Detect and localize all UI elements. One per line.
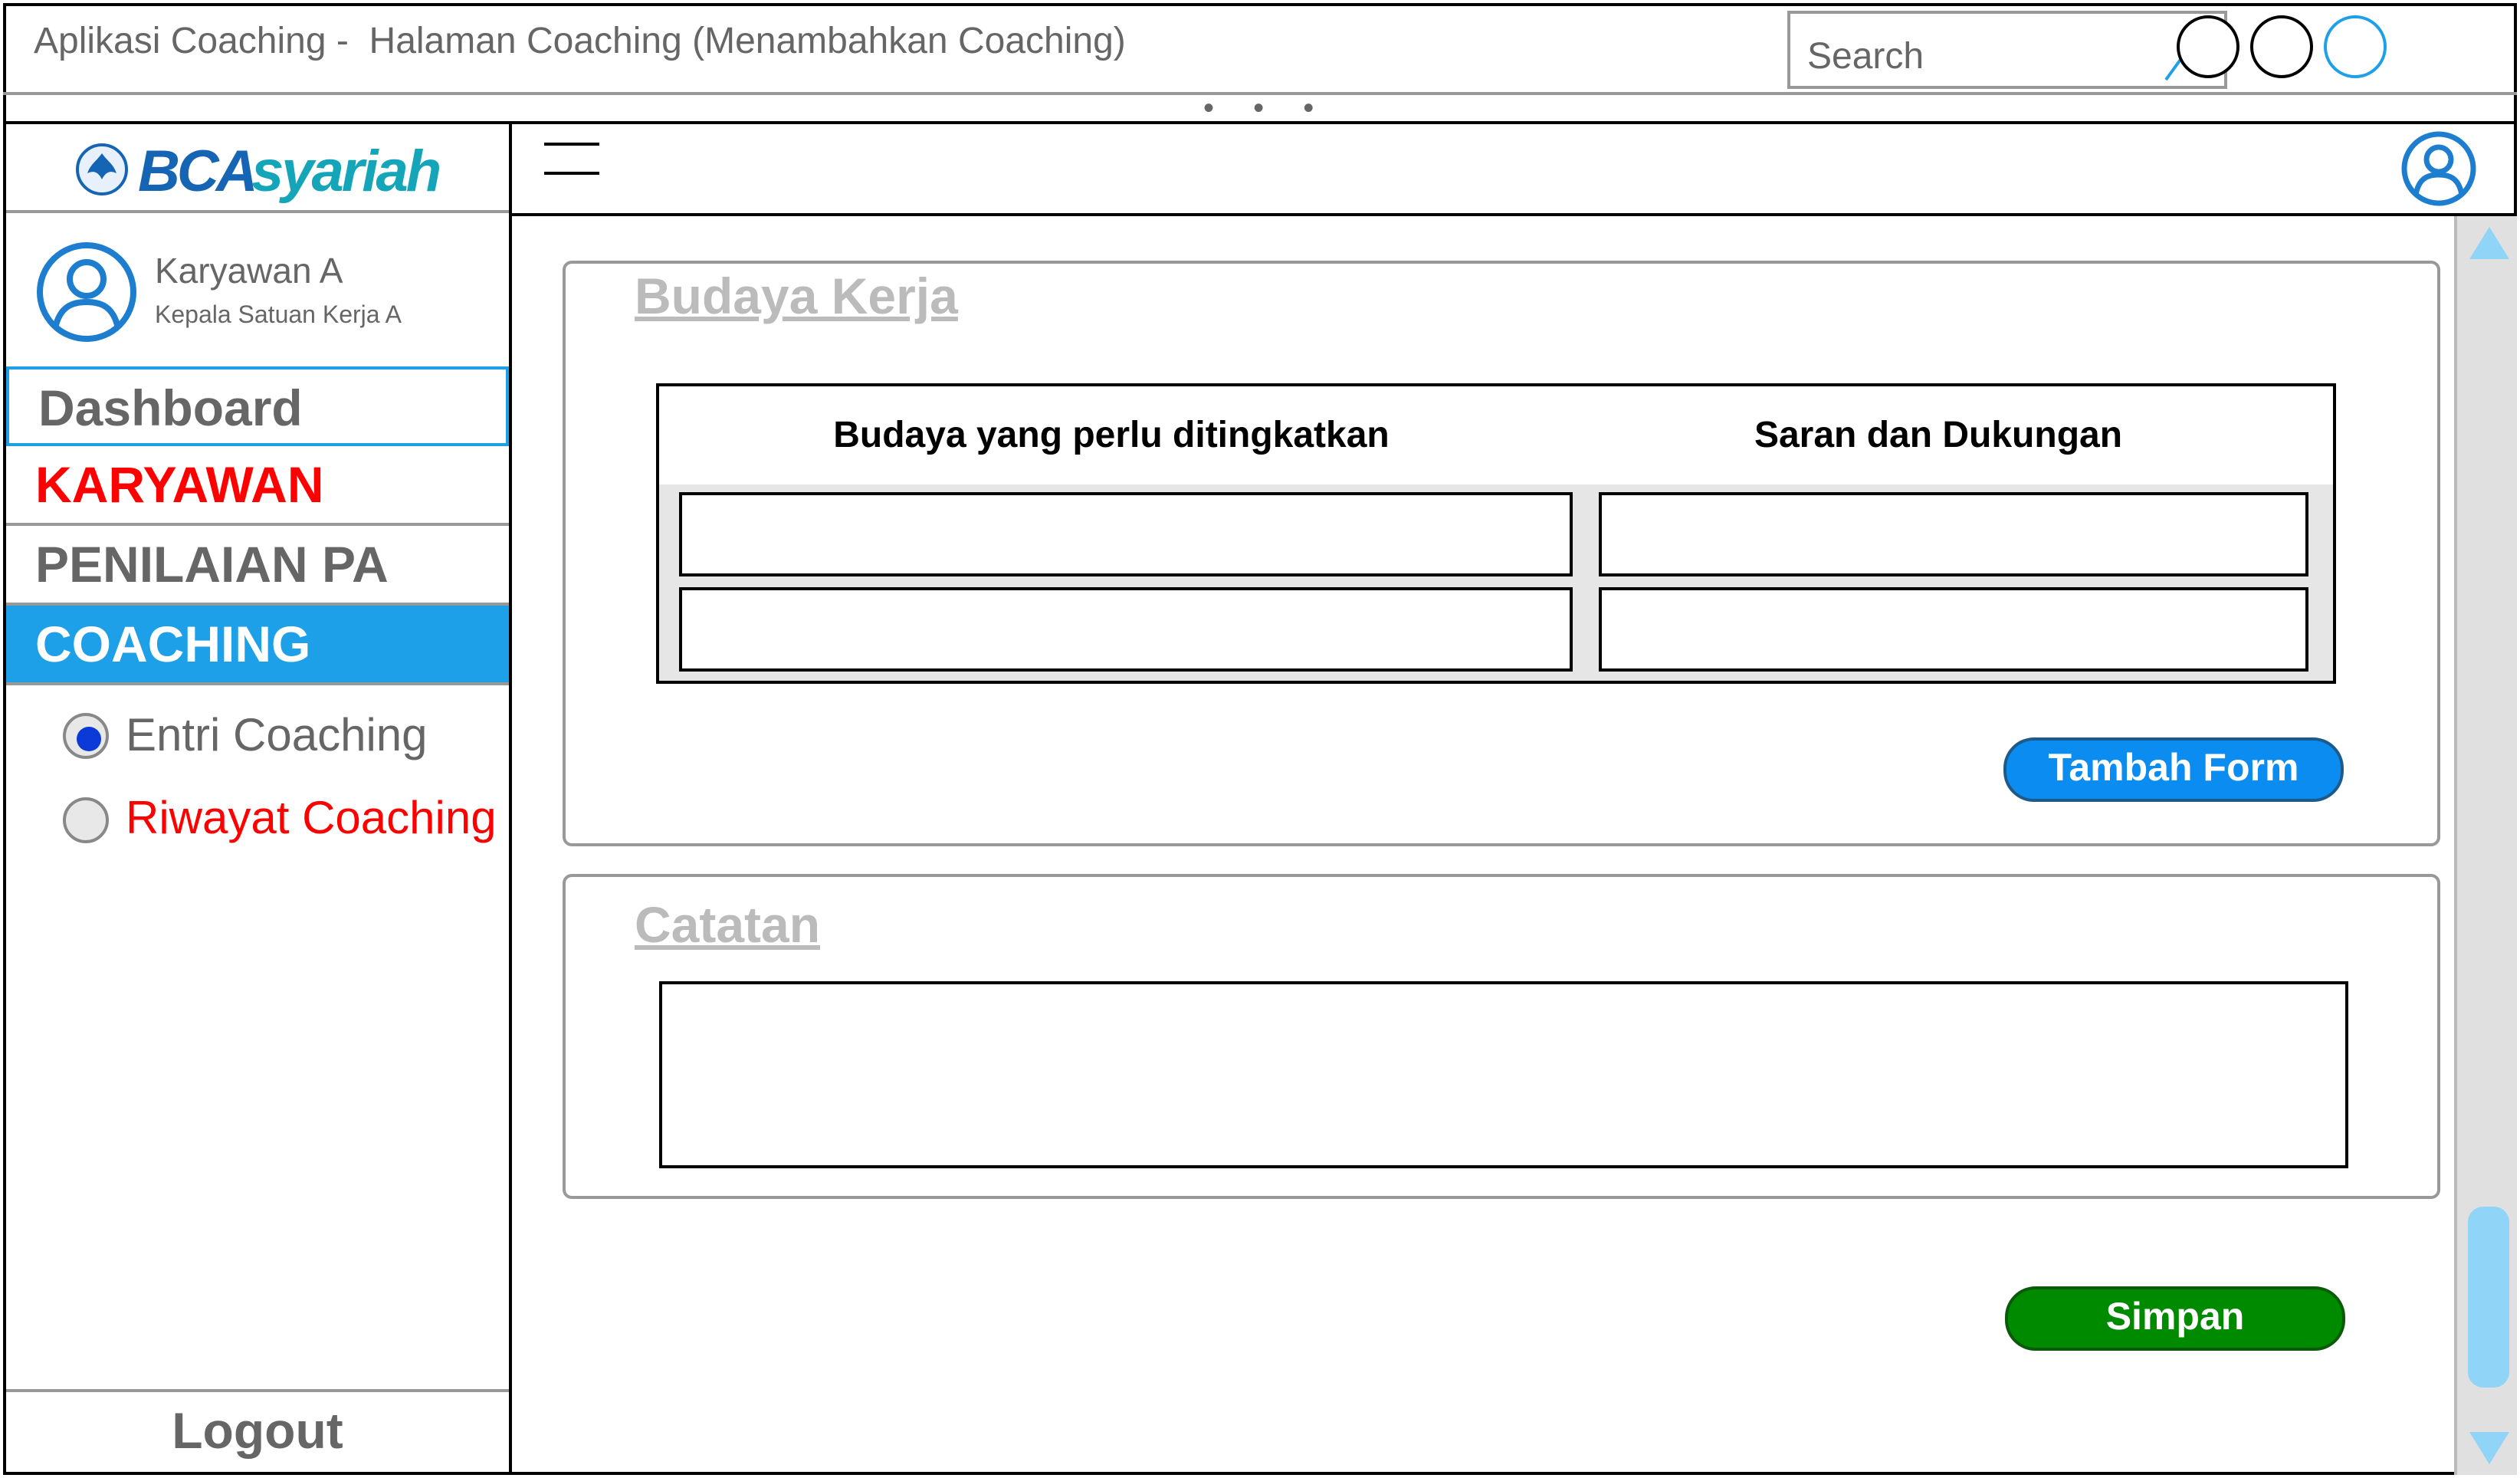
catatan-textarea[interactable] <box>659 981 2348 1168</box>
radio-riwayat-coaching[interactable] <box>63 797 109 843</box>
budaya-input-row2[interactable] <box>679 587 1573 672</box>
scroll-down-icon[interactable] <box>2469 1432 2509 1464</box>
window-title: Aplikasi Coaching - Halaman Coaching (Me… <box>34 21 1126 61</box>
budaya-input-row1[interactable] <box>679 492 1573 576</box>
nav-karyawan[interactable]: KARYAWAN <box>6 446 509 526</box>
logo-bca-text: BCA <box>138 139 258 204</box>
user-name: Karyawan A <box>155 251 343 291</box>
search-input[interactable]: Search <box>1807 35 1924 77</box>
column-header-budaya: Budaya yang perlu ditingkatkan <box>833 415 1390 455</box>
column-header-saran: Saran dan Dukungan <box>1754 415 2123 455</box>
menu-icon[interactable] <box>544 143 599 176</box>
logout-button[interactable]: Logout <box>6 1392 509 1472</box>
subnav-riwayat-coaching[interactable]: Riwayat Coaching <box>126 791 497 844</box>
budaya-kerja-title: Budaya Kerja <box>635 268 958 324</box>
more-dots: • • • <box>1203 91 1330 125</box>
window-button-3[interactable] <box>2324 15 2387 78</box>
subnav-entri-coaching[interactable]: Entri Coaching <box>126 708 428 761</box>
saran-input-row2[interactable] <box>1599 587 2308 672</box>
nav-penilaian-pa[interactable]: PENILAIAN PA <box>6 526 509 606</box>
window-button-2[interactable] <box>2250 15 2313 78</box>
catatan-title: Catatan <box>635 896 821 953</box>
logo-syariah-text: syariah <box>251 139 441 204</box>
nav-dashboard[interactable]: Dashboard <box>6 366 509 446</box>
scrollbar[interactable] <box>2454 216 2517 1475</box>
tambah-form-button[interactable]: Tambah Form <box>2003 737 2344 802</box>
scroll-up-icon[interactable] <box>2469 227 2509 259</box>
user-role: Kepala Satuan Kerja A <box>155 301 402 328</box>
logo: BCA syariah <box>6 124 509 213</box>
topbar-divider <box>509 213 2517 216</box>
simpan-button[interactable]: Simpan <box>2005 1286 2345 1351</box>
window-button-1[interactable] <box>2177 15 2239 78</box>
avatar-icon <box>37 242 136 342</box>
profile-icon[interactable] <box>2400 130 2477 207</box>
saran-input-row1[interactable] <box>1599 492 2308 576</box>
radio-selected-dot <box>77 727 101 751</box>
scroll-thumb[interactable] <box>2468 1207 2509 1388</box>
sidebar-border <box>509 121 512 1475</box>
budaya-table: Budaya yang perlu ditingkatkan Saran dan… <box>656 383 2336 684</box>
user-card: Karyawan A Kepala Satuan Kerja A <box>6 216 509 370</box>
bca-logo-icon <box>76 143 128 195</box>
radio-entri-coaching[interactable] <box>63 713 109 759</box>
nav-coaching[interactable]: COACHING <box>6 606 509 685</box>
search-box[interactable]: Search <box>1787 11 2227 89</box>
